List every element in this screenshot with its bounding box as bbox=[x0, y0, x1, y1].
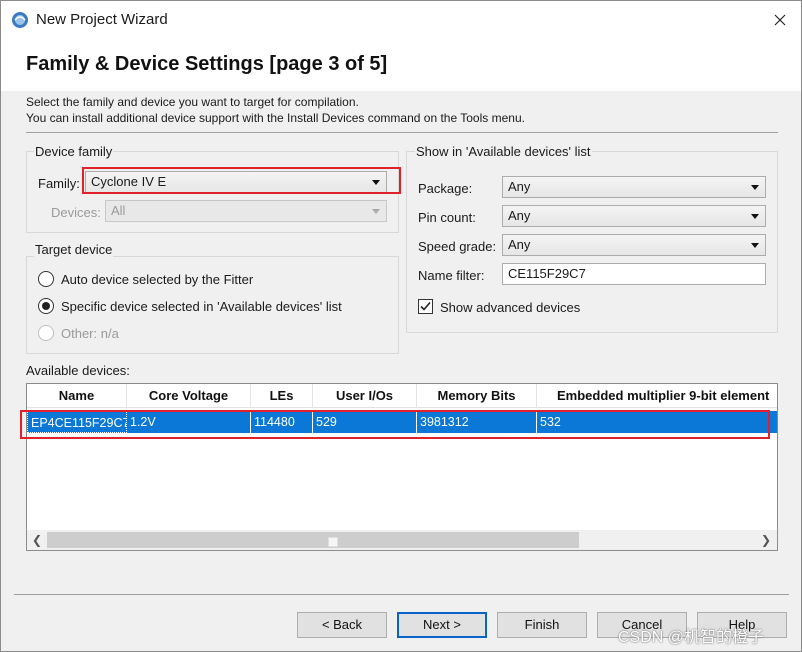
scrollbar-grip bbox=[328, 537, 338, 547]
target-device-group-label: Target device bbox=[34, 242, 114, 257]
window-title: New Project Wizard bbox=[36, 11, 168, 28]
scroll-left-icon[interactable]: ❮ bbox=[30, 533, 44, 547]
radio-specific-device-label: Specific device selected in 'Available d… bbox=[61, 299, 342, 314]
available-devices-label: Available devices: bbox=[26, 363, 130, 378]
column-header-name[interactable]: Name bbox=[27, 384, 127, 408]
column-header-user-ios[interactable]: User I/Os bbox=[313, 384, 417, 408]
next-button[interactable]: Next > bbox=[397, 612, 487, 638]
description-line-2: You can install additional device suppor… bbox=[26, 111, 525, 125]
cell-embedded-multiplier: 532 bbox=[540, 415, 561, 429]
page-title: Family & Device Settings [page 3 of 5] bbox=[26, 53, 388, 75]
speed-grade-label: Speed grade: bbox=[418, 239, 497, 254]
show-advanced-label: Show advanced devices bbox=[440, 300, 581, 315]
footer-divider bbox=[14, 594, 789, 595]
name-filter-label: Name filter: bbox=[418, 268, 485, 283]
pin-count-label: Pin count: bbox=[418, 210, 476, 225]
title-bar: New Project Wizard bbox=[1, 1, 801, 39]
checkmark-icon bbox=[420, 301, 431, 311]
close-icon bbox=[774, 14, 786, 26]
header-divider bbox=[26, 132, 778, 133]
wizard-window: New Project Wizard Family & Device Setti… bbox=[0, 0, 802, 652]
close-button[interactable] bbox=[765, 5, 795, 35]
scrollbar-thumb[interactable] bbox=[47, 532, 579, 548]
name-filter-input[interactable]: CE115F29C7 bbox=[502, 263, 766, 285]
table-row[interactable]: EP4CE115F29C7 1.2V 114480 529 3981312 53… bbox=[27, 411, 777, 433]
cell-user-ios: 529 bbox=[313, 411, 417, 433]
help-button[interactable]: Help bbox=[697, 612, 787, 638]
chevron-down-icon bbox=[372, 209, 380, 214]
column-header-les[interactable]: LEs bbox=[251, 384, 313, 408]
column-header-memory-bits[interactable]: Memory Bits bbox=[417, 384, 537, 408]
radio-auto-device[interactable] bbox=[38, 271, 54, 287]
column-header-embedded-multiplier[interactable]: Embedded multiplier 9-bit element bbox=[537, 384, 777, 408]
horizontal-scrollbar[interactable]: ❮ ❯ bbox=[27, 530, 777, 550]
radio-other-device[interactable] bbox=[38, 325, 54, 341]
available-devices-table: Name Core Voltage LEs User I/Os Memory B… bbox=[26, 383, 778, 551]
cell-memory-bits: 3981312 bbox=[417, 411, 537, 433]
speed-grade-dropdown[interactable]: Any bbox=[502, 234, 766, 256]
cell-core-voltage: 1.2V bbox=[127, 411, 251, 433]
package-dropdown[interactable]: Any bbox=[502, 176, 766, 198]
back-button[interactable]: < Back bbox=[297, 612, 387, 638]
scroll-right-icon[interactable]: ❯ bbox=[759, 533, 773, 547]
devices-dropdown[interactable]: All bbox=[105, 200, 387, 222]
cell-les: 114480 bbox=[251, 411, 313, 433]
family-dropdown[interactable]: Cyclone IV E bbox=[85, 171, 387, 193]
family-dropdown-value: Cyclone IV E bbox=[91, 174, 167, 189]
radio-specific-device[interactable] bbox=[38, 298, 54, 314]
family-label: Family: bbox=[38, 176, 80, 191]
radio-auto-device-label: Auto device selected by the Fitter bbox=[61, 272, 254, 287]
cancel-button[interactable]: Cancel bbox=[597, 612, 687, 638]
chevron-down-icon bbox=[372, 180, 380, 185]
table-header: Name Core Voltage LEs User I/Os Memory B… bbox=[27, 384, 777, 408]
cell-name: EP4CE115F29C7 bbox=[27, 411, 127, 433]
devices-dropdown-value: All bbox=[111, 203, 126, 218]
chevron-down-icon bbox=[751, 243, 759, 248]
pin-count-dropdown[interactable]: Any bbox=[502, 205, 766, 227]
finish-button[interactable]: Finish bbox=[497, 612, 587, 638]
show-advanced-checkbox[interactable] bbox=[418, 299, 433, 314]
column-header-core-voltage[interactable]: Core Voltage bbox=[127, 384, 251, 408]
quartus-app-icon bbox=[12, 12, 28, 28]
package-dropdown-value: Any bbox=[508, 179, 531, 194]
device-family-group-label: Device family bbox=[34, 144, 114, 159]
chevron-down-icon bbox=[751, 185, 759, 190]
speed-grade-dropdown-value: Any bbox=[508, 237, 531, 252]
description-line-1: Select the family and device you want to… bbox=[26, 95, 359, 109]
show-in-list-group-label: Show in 'Available devices' list bbox=[415, 144, 592, 159]
chevron-down-icon bbox=[751, 214, 759, 219]
pin-count-dropdown-value: Any bbox=[508, 208, 531, 223]
radio-other-device-label: Other: n/a bbox=[61, 326, 119, 341]
devices-label: Devices: bbox=[51, 205, 101, 220]
package-label: Package: bbox=[418, 181, 473, 196]
